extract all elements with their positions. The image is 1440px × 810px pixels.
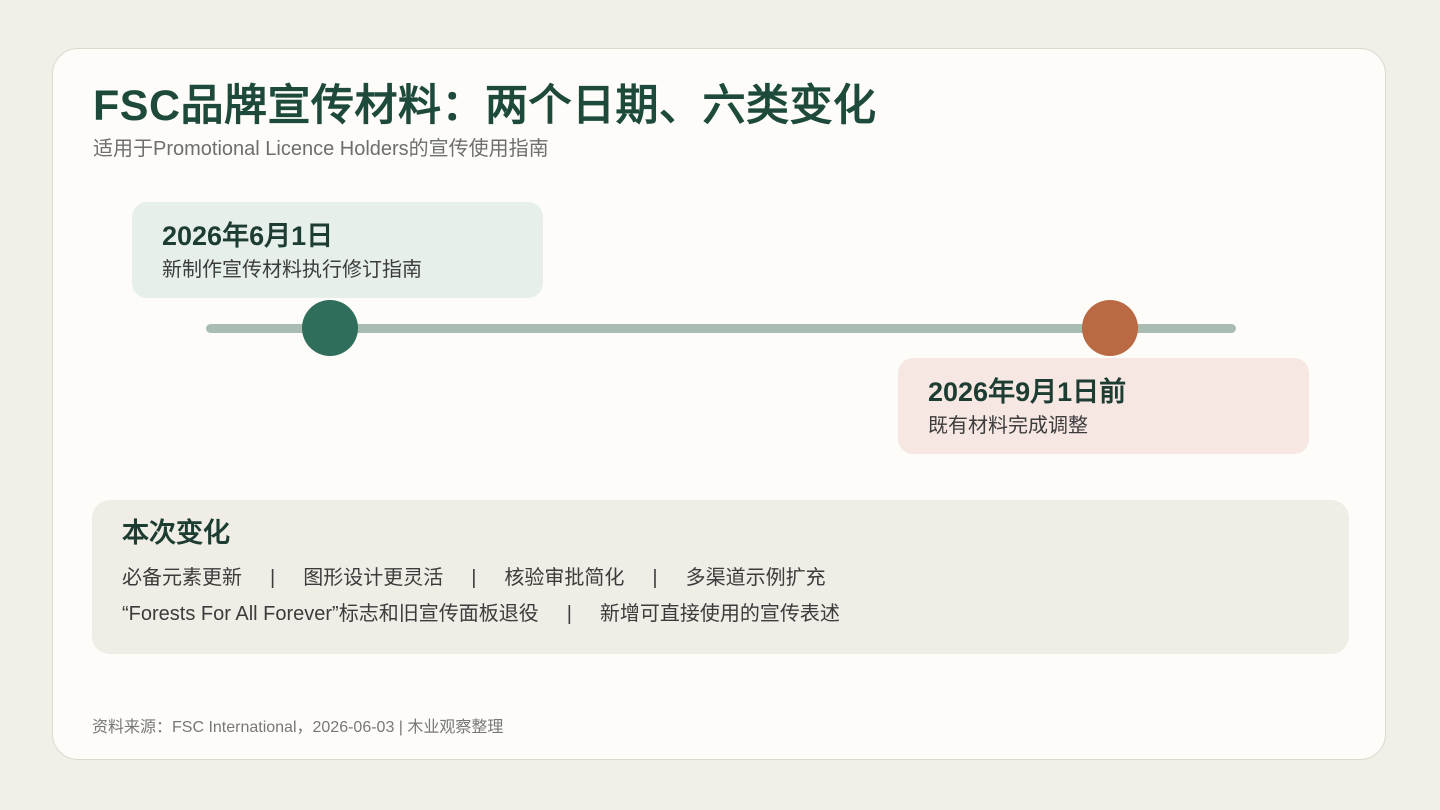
source-footnote: 资料来源：FSC International，2026-06-03 | 木业观察… — [92, 719, 504, 736]
timeline-marker-june — [302, 300, 358, 356]
page-title: FSC品牌宣传材料：两个日期、六类变化 — [93, 82, 877, 130]
milestone-description: 既有材料完成调整 — [928, 415, 1088, 437]
change-item: 新增可直接使用的宣传表述 — [599, 603, 840, 625]
milestone-september: 2026年9月1日前 既有材料完成调整 — [898, 358, 1309, 454]
changes-row: 必备元素更新 | 图形设计更灵活 | 核验审批简化 | 多渠道示例扩充 — [122, 560, 1319, 596]
milestone-june: 2026年6月1日 新制作宣传材料执行修订指南 — [132, 202, 543, 298]
change-item: “Forests For All Forever”标志和旧宣传面板退役 — [122, 603, 539, 625]
milestone-description: 新制作宣传材料执行修订指南 — [162, 259, 422, 281]
change-item: 核验审批简化 — [504, 567, 625, 589]
separator: | — [566, 603, 572, 625]
changes-panel: 本次变化 必备元素更新 | 图形设计更灵活 | 核验审批简化 | 多渠道示例扩充 “Fore… — [92, 500, 1349, 654]
timeline-marker-september — [1082, 300, 1138, 356]
change-item: 图形设计更灵活 — [303, 567, 444, 589]
separator: | — [270, 567, 276, 589]
infographic-card: FSC品牌宣传材料：两个日期、六类变化 适用于Promotional Licen… — [52, 48, 1386, 760]
separator: | — [471, 567, 477, 589]
changes-heading: 本次变化 — [122, 518, 230, 548]
separator: | — [652, 567, 658, 589]
milestone-date: 2026年9月1日前 — [928, 377, 1127, 407]
change-item: 必备元素更新 — [122, 567, 242, 589]
milestone-date: 2026年6月1日 — [162, 221, 334, 251]
change-item: 多渠道示例扩充 — [685, 567, 826, 589]
page-subtitle: 适用于Promotional Licence Holders的宣传使用指南 — [93, 138, 549, 160]
changes-row: “Forests For All Forever”标志和旧宣传面板退役 | 新增可直… — [122, 596, 1319, 632]
